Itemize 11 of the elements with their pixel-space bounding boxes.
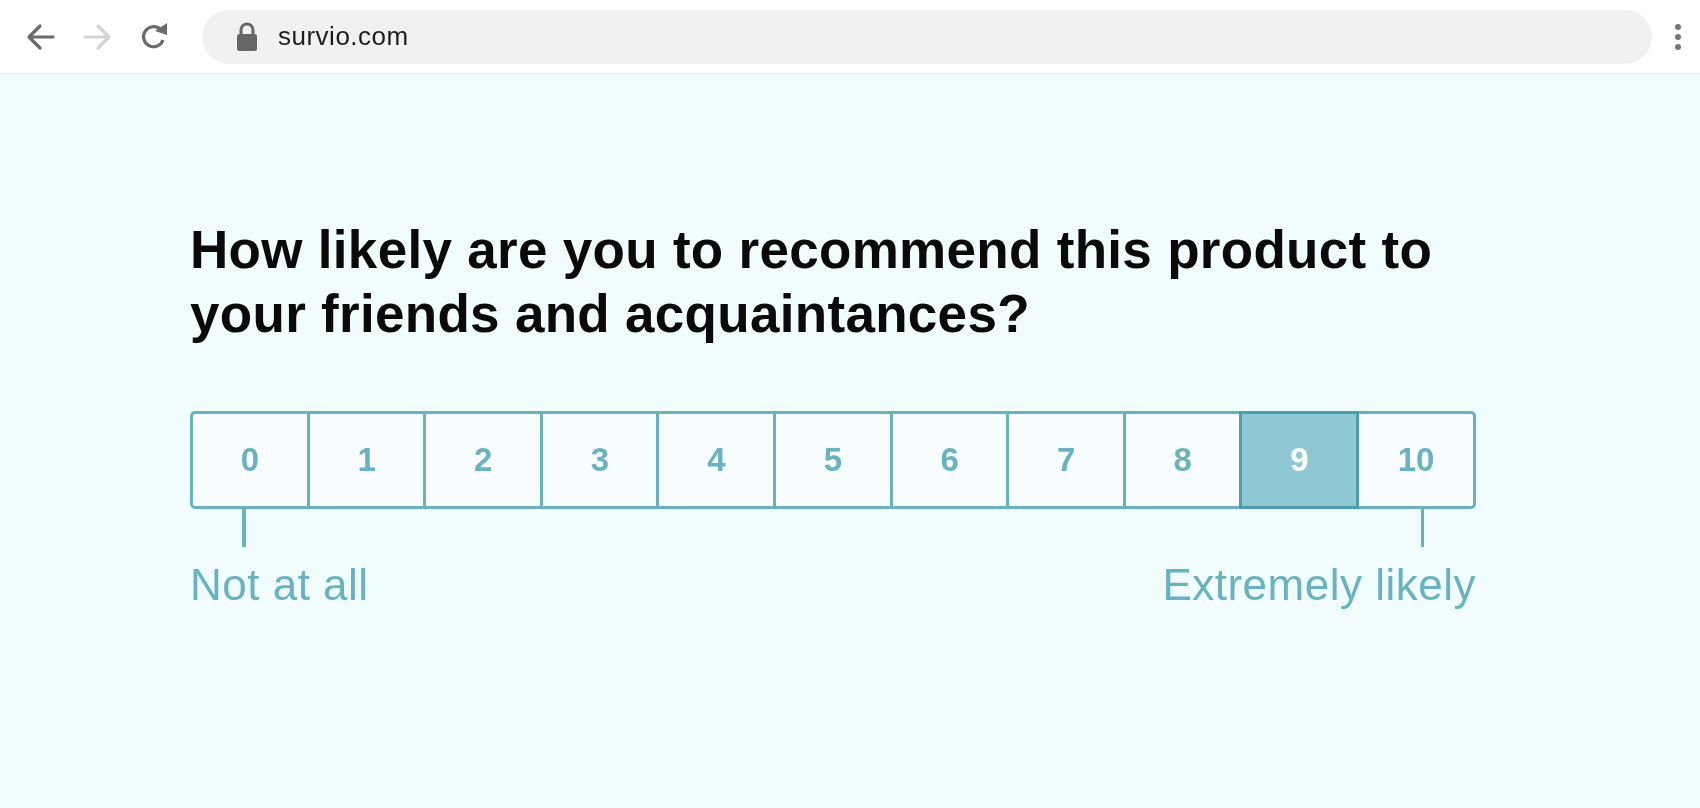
- menu-icon[interactable]: [1674, 21, 1682, 52]
- tick-mark: [242, 509, 246, 547]
- max-label: Extremely likely: [1162, 559, 1476, 611]
- address-bar[interactable]: survio.com: [202, 9, 1652, 64]
- tick-mark: [1420, 509, 1424, 547]
- lock-icon: [236, 21, 258, 52]
- question-title: How likely are you to recommend this product to your friends and acquaintances?: [190, 219, 1434, 345]
- back-icon[interactable]: [26, 21, 56, 52]
- min-label: Not at all: [190, 559, 369, 611]
- scale-option[interactable]: 9: [1239, 411, 1360, 509]
- url-text: survio.com: [278, 21, 409, 52]
